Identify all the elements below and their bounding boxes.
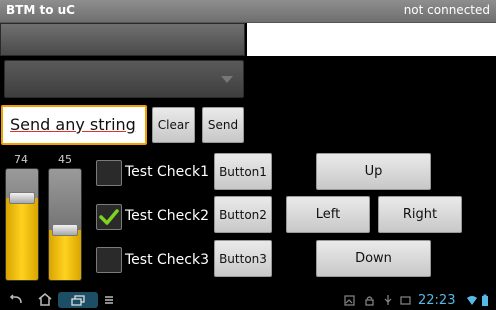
slider1-thumb[interactable] — [9, 191, 35, 204]
recent-apps-icon — [71, 294, 85, 306]
usb-icon — [384, 295, 392, 305]
system-clock: 22:23 — [418, 293, 456, 308]
slider1-value: 74 — [14, 153, 28, 166]
checkmark-icon — [99, 209, 119, 225]
down-button[interactable]: Down — [316, 240, 431, 277]
checkbox-test-check2[interactable] — [96, 204, 122, 230]
button1[interactable]: Button1 — [214, 153, 272, 190]
left-button[interactable]: Left — [286, 196, 370, 233]
app-title: BTM to uC — [6, 3, 75, 17]
up-button[interactable]: Up — [316, 153, 431, 190]
slider2-value: 45 — [58, 153, 72, 166]
recent-apps-button[interactable] — [58, 292, 98, 308]
dropdown-arrow-icon — [221, 76, 233, 83]
wifi-icon — [467, 296, 477, 305]
checkbox-test-check3[interactable] — [96, 247, 122, 273]
image-notification-icon — [400, 296, 411, 305]
checkbox-test-check1[interactable] — [96, 160, 122, 186]
menu-icon[interactable] — [104, 295, 114, 305]
receive-display — [0, 23, 245, 56]
gallery-notification-icon — [344, 295, 355, 306]
right-button[interactable]: Right — [378, 196, 462, 233]
send-string-input[interactable]: Send any string — [1, 105, 147, 145]
slider1-fill — [6, 197, 38, 280]
button3[interactable]: Button3 — [214, 240, 272, 277]
slider2-thumb[interactable] — [52, 224, 78, 237]
home-icon[interactable] — [38, 293, 52, 306]
vertical-slider-1[interactable] — [5, 168, 39, 281]
clear-button[interactable]: Clear — [152, 107, 195, 143]
battery-icon — [482, 294, 488, 306]
vertical-slider-2[interactable] — [48, 168, 82, 281]
android-debug-icon — [365, 296, 374, 306]
checkbox-label: Test Check1 — [125, 164, 209, 180]
checkbox-label: Test Check2 — [125, 208, 209, 224]
slider2-fill — [49, 230, 81, 280]
connection-status: not connected — [403, 3, 490, 17]
checkbox-label: Test Check3 — [125, 252, 209, 268]
back-icon[interactable] — [8, 294, 24, 306]
send-string-text: Send any string — [10, 115, 136, 134]
device-spinner[interactable] — [4, 60, 244, 98]
receive-field[interactable] — [247, 23, 496, 56]
send-button[interactable]: Send — [202, 107, 244, 143]
button2[interactable]: Button2 — [214, 196, 272, 233]
